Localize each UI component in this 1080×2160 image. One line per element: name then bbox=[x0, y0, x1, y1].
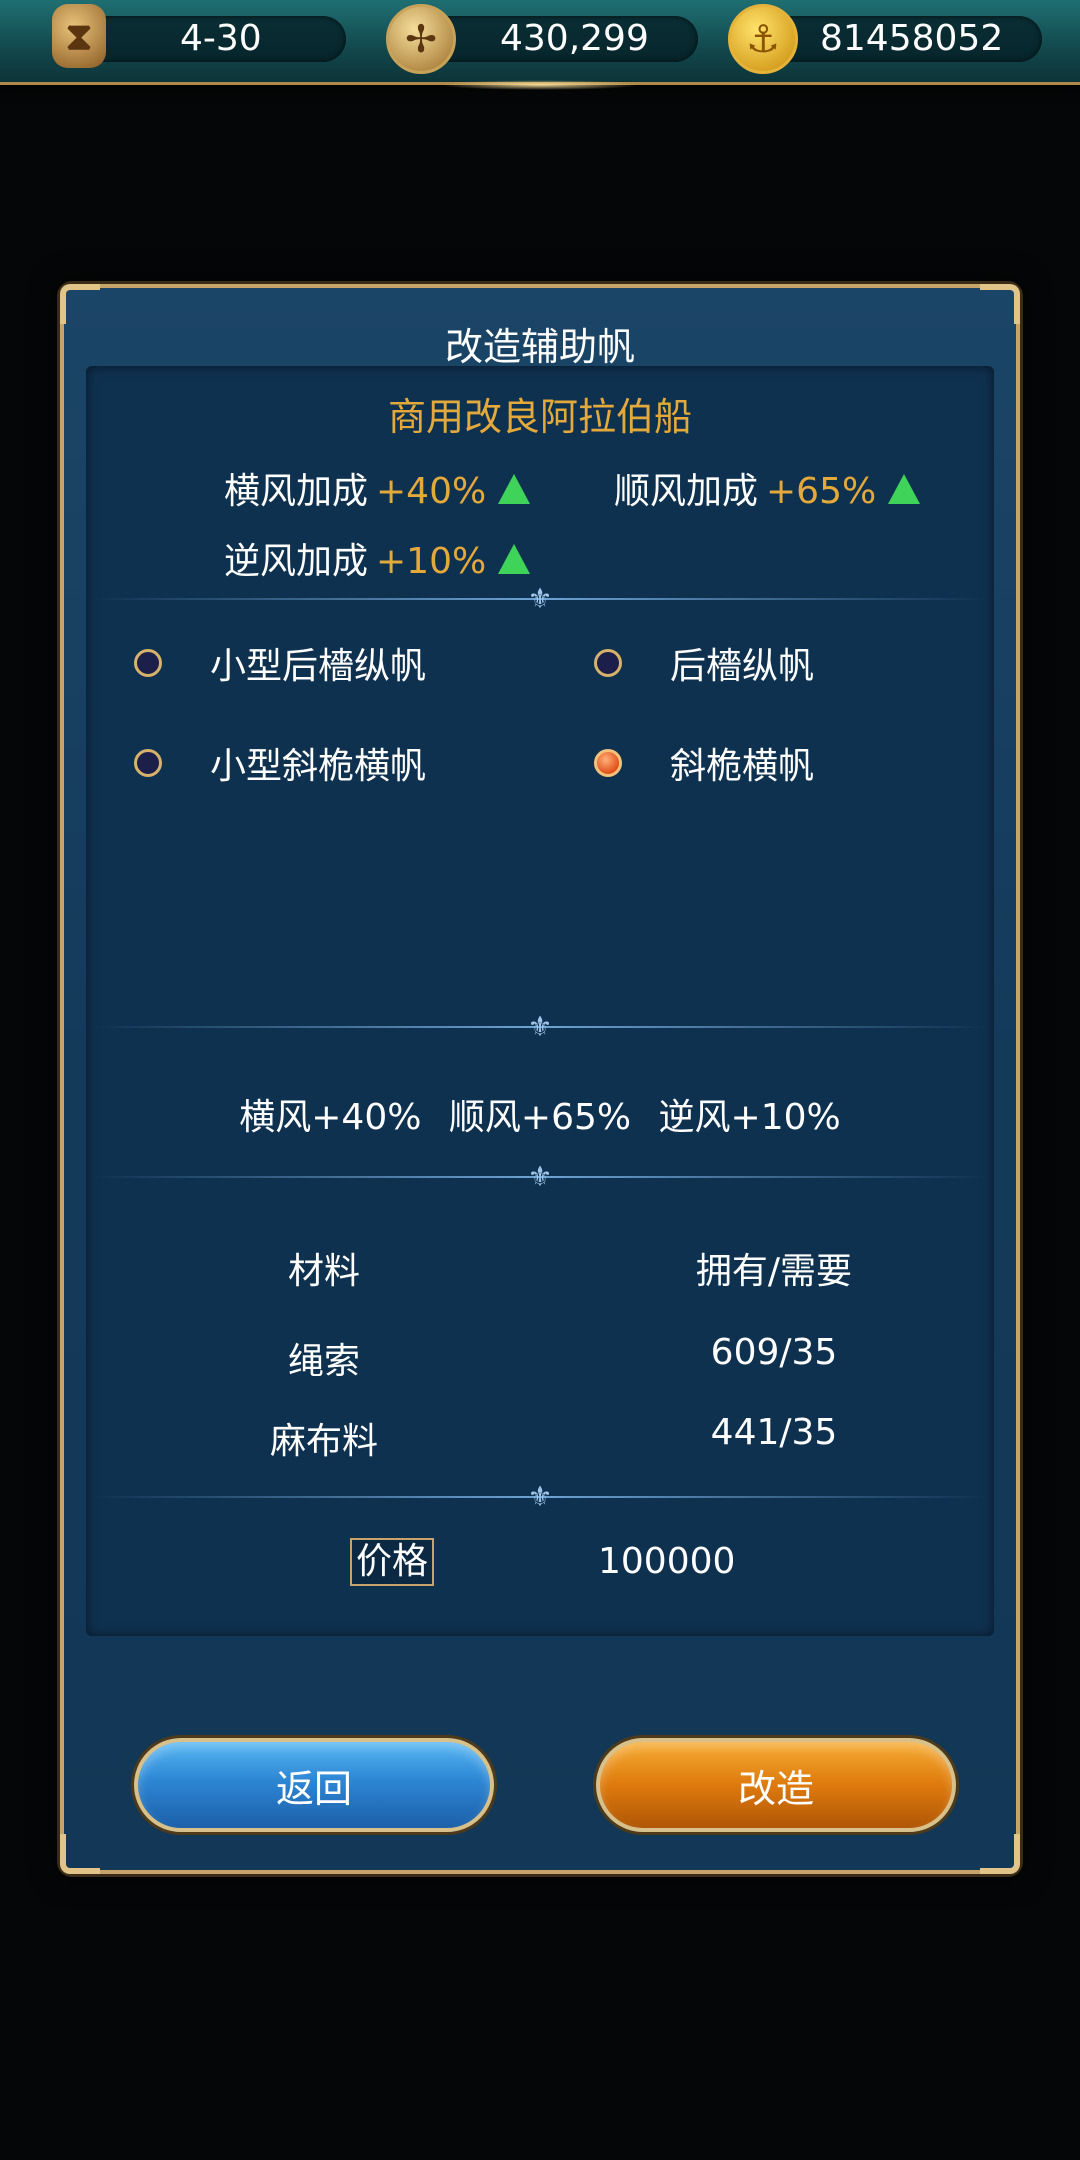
modify-sail-dialog: 改造辅助帆 商用改良阿拉伯船 横风加成 +40% 顺风加成 +65% 逆风加成 +10… bbox=[60, 284, 1020, 1874]
divider-ornament-icon: ⚜ bbox=[527, 1160, 553, 1193]
divider-ornament-icon: ⚜ bbox=[527, 582, 553, 615]
fame-value: 430,299 bbox=[500, 18, 649, 59]
gold-coin-icon: ⚓ bbox=[728, 4, 798, 74]
option-label: 后檣纵帆 bbox=[670, 646, 815, 687]
price-value: 100000 bbox=[598, 1541, 736, 1582]
material-amount: 609/35 bbox=[710, 1332, 838, 1373]
date-value: 4-30 bbox=[180, 18, 262, 59]
dialog-corner bbox=[60, 1834, 100, 1874]
radio-button[interactable] bbox=[134, 749, 162, 777]
owned-needed-header: 拥有/需要 bbox=[695, 1251, 853, 1292]
modify-button[interactable]: 改造 bbox=[596, 1738, 956, 1832]
ship-name: 商用改良阿拉伯船 bbox=[387, 395, 692, 439]
dialog-title: 改造辅助帆 bbox=[444, 325, 635, 369]
up-arrow-icon bbox=[888, 474, 921, 504]
section-divider: ⚜ bbox=[92, 1482, 988, 1512]
summary-tailwind: 顺风+65% bbox=[448, 1097, 632, 1138]
radio-button[interactable] bbox=[594, 649, 622, 677]
date-display: 4-30 bbox=[80, 16, 346, 62]
stat-value: +10% bbox=[376, 541, 487, 582]
bonus-summary: 横风+40% 顺风+65% 逆风+10% bbox=[86, 1088, 994, 1140]
stat-label: 横风加成 bbox=[224, 471, 369, 512]
up-arrow-icon bbox=[498, 544, 531, 574]
stat-value: +40% bbox=[376, 471, 487, 512]
top-status-bar: 4-30 ⧗ 430,299 ✢ 81458052 ⚓ bbox=[0, 0, 1080, 90]
summary-headwind: 逆风+10% bbox=[658, 1097, 841, 1138]
radio-button-selected[interactable] bbox=[594, 749, 622, 777]
sail-option-mizzen-fore-aft[interactable]: 后檣纵帆 bbox=[594, 638, 814, 688]
stat-value: +65% bbox=[766, 471, 877, 512]
materials-header: 材料 bbox=[287, 1251, 360, 1292]
compass-icon: ✢ bbox=[386, 4, 456, 74]
sail-option-small-mizzen-fore-aft[interactable]: 小型后檣纵帆 bbox=[134, 638, 426, 688]
gold-value: 81458052 bbox=[820, 18, 1004, 59]
back-button[interactable]: 返回 bbox=[134, 1738, 494, 1832]
sail-option-small-bowsprit-square[interactable]: 小型斜桅横帆 bbox=[134, 738, 426, 788]
summary-crosswind: 横风+40% bbox=[239, 1097, 422, 1138]
hourglass-icon: ⧗ bbox=[52, 4, 106, 68]
section-divider: ⚜ bbox=[92, 1012, 988, 1042]
stat-label: 顺风加成 bbox=[614, 471, 759, 512]
crosswind-bonus: 横风加成 +40% bbox=[224, 462, 531, 514]
tailwind-bonus: 顺风加成 +65% bbox=[614, 462, 921, 514]
divider-ornament-icon: ⚜ bbox=[527, 1010, 553, 1043]
stat-label: 逆风加成 bbox=[224, 541, 369, 582]
material-name: 麻布料 bbox=[269, 1421, 378, 1462]
topbar-glow bbox=[440, 80, 640, 90]
fame-display: 430,299 bbox=[420, 16, 698, 62]
material-name: 绳索 bbox=[287, 1341, 360, 1382]
dialog-corner bbox=[980, 1834, 1020, 1874]
section-divider: ⚜ bbox=[92, 1162, 988, 1192]
dialog-content-panel: 商用改良阿拉伯船 横风加成 +40% 顺风加成 +65% 逆风加成 +10% ⚜ 小型… bbox=[86, 366, 994, 1636]
section-divider: ⚜ bbox=[92, 584, 988, 614]
option-label: 小型斜桅横帆 bbox=[210, 746, 427, 787]
divider-ornament-icon: ⚜ bbox=[527, 1480, 553, 1513]
radio-button[interactable] bbox=[134, 649, 162, 677]
option-label: 小型后檣纵帆 bbox=[210, 646, 427, 687]
sail-option-bowsprit-square[interactable]: 斜桅横帆 bbox=[594, 738, 814, 788]
gold-display: 81458052 bbox=[764, 16, 1042, 62]
headwind-bonus: 逆风加成 +10% bbox=[224, 532, 531, 584]
material-amount: 441/35 bbox=[710, 1412, 838, 1453]
option-label: 斜桅横帆 bbox=[670, 746, 815, 787]
up-arrow-icon bbox=[498, 474, 531, 504]
price-label: 价格 bbox=[350, 1538, 435, 1586]
